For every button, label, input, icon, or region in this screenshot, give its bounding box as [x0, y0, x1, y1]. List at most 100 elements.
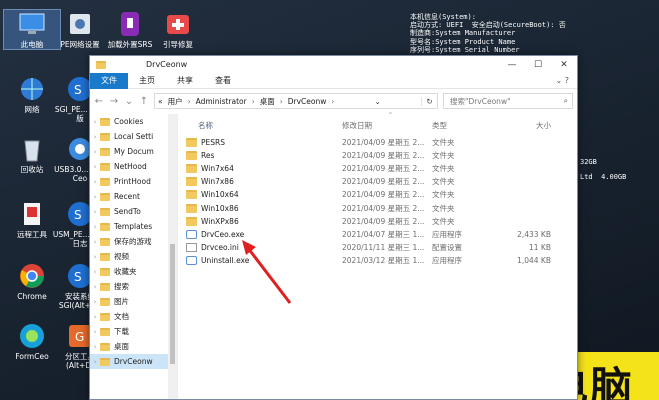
search-input[interactable]: 搜索"DrvCeonw" ⌕ [443, 93, 573, 109]
expand-chevron-icon[interactable]: › [90, 268, 100, 276]
file-name: Win7x64 [201, 164, 234, 174]
expand-chevron-icon[interactable]: › [90, 163, 100, 171]
nav-item[interactable]: › Cookies [90, 114, 177, 129]
desktop-icon-label: PE网络设置 [60, 40, 100, 49]
file-row[interactable]: Win7x64 2021/04/09 星期五 2... 文件夹 [178, 162, 577, 175]
breadcrumb-overflow-icon[interactable]: « [158, 97, 163, 106]
file-size: 2,433 KB [517, 229, 551, 239]
breadcrumb-item[interactable]: 用户 [168, 96, 183, 107]
expand-chevron-icon[interactable]: › [90, 118, 100, 126]
svg-text:G: G [75, 330, 84, 344]
tab-file[interactable]: 文件 [90, 72, 128, 89]
file-row[interactable]: Drvceo.ini 2020/11/11 星期三 1... 配置设置 11 KB [178, 241, 577, 254]
file-name: Win10x86 [201, 203, 239, 213]
tab-share[interactable]: 共享 [166, 73, 204, 89]
up-arrow-icon[interactable]: ↑ [139, 96, 149, 107]
column-date[interactable]: 修改日期 [342, 120, 432, 131]
nav-item[interactable]: › 图片 [90, 294, 177, 309]
expand-chevron-icon[interactable]: › [90, 358, 100, 366]
file-row[interactable]: Win10x86 2021/04/09 星期五 2... 文件夹 [178, 201, 577, 214]
file-name-cell: Win10x86 [178, 203, 342, 213]
nav-item-label: Local Setti [114, 132, 154, 141]
path-dropdown-icon[interactable]: ⌄ [375, 97, 381, 106]
file-row[interactable]: Win10x64 2021/04/09 星期五 2... 文件夹 [178, 188, 577, 201]
file-type: 文件夹 [432, 164, 455, 174]
nav-item[interactable]: › NetHood [90, 159, 177, 174]
recent-chevron-icon[interactable]: ⌄ [124, 96, 134, 107]
minimize-button[interactable]: — [499, 60, 525, 70]
network-settings-icon [66, 10, 94, 38]
file-row[interactable]: Uninstall.exe 2021/03/12 星期五 1... 应用程序 1,04… [178, 254, 577, 267]
breadcrumb[interactable]: « 用户 › Administrator › 桌面 › DrvCeonw › ⌄ ↻ [154, 93, 438, 109]
breadcrumb-item[interactable]: Administrator [196, 97, 247, 106]
expand-chevron-icon[interactable]: › [90, 238, 100, 246]
file-row[interactable]: Win7x86 2021/04/09 星期五 2... 文件夹 [178, 175, 577, 188]
tab-view[interactable]: 查看 [204, 73, 242, 89]
breadcrumb-item[interactable]: DrvCeonw [288, 97, 327, 106]
ribbon-expand-icon[interactable]: ⌄ ? [556, 76, 570, 85]
column-type[interactable]: 类型 [432, 120, 504, 131]
expand-chevron-icon[interactable]: › [90, 193, 100, 201]
column-name[interactable]: 名称 [178, 120, 342, 131]
expand-chevron-icon[interactable]: › [90, 133, 100, 141]
network-icon [18, 75, 46, 103]
expand-chevron-icon[interactable]: › [90, 283, 100, 291]
address-bar-row: ← → ⌄ ↑ « 用户 › Administrator › 桌面 › DrvCeon… [90, 89, 577, 113]
folder-icon [100, 327, 110, 336]
file-type: 应用程序 [432, 229, 462, 239]
nav-item-label: PrintHood [114, 177, 151, 186]
nav-item[interactable]: › Templates [90, 219, 177, 234]
chrome-icon [18, 262, 46, 290]
nav-item[interactable]: › 收藏夹 [90, 264, 177, 279]
folder-icon [100, 357, 110, 366]
nav-item[interactable]: › 下载 [90, 324, 177, 339]
nav-scrollbar[interactable] [168, 114, 177, 399]
expand-chevron-icon[interactable]: › [90, 328, 100, 336]
file-row[interactable]: WinXPx86 2021/04/09 星期五 2... 文件夹 [178, 215, 577, 228]
nav-item[interactable]: › 文档 [90, 309, 177, 324]
nav-item-label: NetHood [114, 162, 147, 171]
desktop-icon-boot-repair[interactable]: 引导修复 [150, 10, 206, 49]
expand-chevron-icon[interactable]: › [90, 223, 100, 231]
file-type: 文件夹 [432, 216, 455, 226]
close-button[interactable]: ✕ [551, 60, 577, 70]
file-type: 文件夹 [432, 151, 455, 161]
column-size[interactable]: 大小 [504, 120, 551, 131]
file-type: 应用程序 [432, 255, 462, 265]
file-date: 2021/04/09 星期五 2... [342, 151, 425, 161]
nav-item[interactable]: › DrvCeonw [90, 354, 177, 369]
expand-chevron-icon[interactable]: › [90, 298, 100, 306]
nav-item[interactable]: › 桌面 [90, 339, 177, 354]
expand-chevron-icon[interactable]: › [90, 343, 100, 351]
desktop-icon-pe-network[interactable]: PE网络设置 [52, 10, 108, 49]
nav-item[interactable]: › My Docum [90, 144, 177, 159]
forward-arrow-icon[interactable]: → [109, 96, 119, 107]
file-type: 文件夹 [432, 190, 455, 200]
nav-item[interactable]: › 视频 [90, 249, 177, 264]
nav-item[interactable]: › PrintHood [90, 174, 177, 189]
expand-chevron-icon[interactable]: › [90, 208, 100, 216]
nav-item[interactable]: › 保存的游戏 [90, 234, 177, 249]
nav-item-label: 视频 [114, 252, 129, 261]
system-info-right: 32GB Ltd 4.00GB [580, 158, 627, 181]
maximize-button[interactable]: ☐ [525, 60, 551, 70]
expand-chevron-icon[interactable]: › [90, 148, 100, 156]
nav-item[interactable]: › 搜索 [90, 279, 177, 294]
computer-icon [18, 10, 46, 38]
file-row[interactable]: DrvCeo.exe 2021/04/07 星期三 1... 应用程序 2,433 K… [178, 228, 577, 241]
svg-text:S: S [74, 208, 82, 222]
expand-chevron-icon[interactable]: › [90, 313, 100, 321]
file-row[interactable]: Res 2021/04/09 星期五 2... 文件夹 [178, 149, 577, 162]
refresh-icon[interactable]: ↻ [421, 96, 437, 106]
nav-item[interactable]: › Local Setti [90, 129, 177, 144]
expand-chevron-icon[interactable]: › [90, 253, 100, 261]
expand-chevron-icon[interactable]: › [90, 178, 100, 186]
breadcrumb-item[interactable]: 桌面 [260, 96, 275, 107]
file-row[interactable]: PESRS 2021/04/09 星期五 2... 文件夹 [178, 136, 577, 149]
tab-home[interactable]: 主页 [128, 73, 166, 89]
nav-item[interactable]: › SendTo [90, 204, 177, 219]
nav-item[interactable]: › Recent [90, 189, 177, 204]
nav-scrollbar-thumb[interactable] [170, 244, 175, 364]
title-bar[interactable]: DrvCeonw — ☐ ✕ [90, 56, 577, 73]
back-arrow-icon[interactable]: ← [94, 96, 104, 107]
